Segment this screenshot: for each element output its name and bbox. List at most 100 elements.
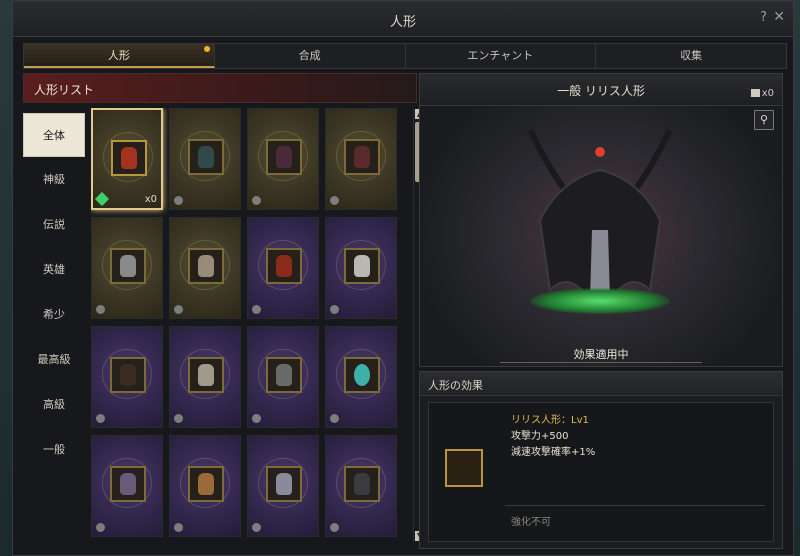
notification-dot-icon (203, 46, 210, 52)
locked-icon (174, 523, 183, 532)
doll-card[interactable] (91, 326, 163, 428)
portrait-figure (276, 364, 292, 386)
active-glow (530, 288, 670, 314)
doll-card[interactable] (91, 435, 163, 537)
horned-beast-doll-icon (266, 357, 302, 393)
doll-card[interactable] (325, 326, 397, 428)
lilith-doll-icon (111, 140, 147, 176)
tab-enchant[interactable]: エンチャント (406, 44, 597, 68)
portrait-figure (120, 255, 136, 277)
category-hero[interactable]: 英雄 (23, 248, 85, 292)
item-count-icon (751, 89, 760, 97)
doll-detail-panel: 一般 リリス人形 x0 ⚲ 効果適用中 (419, 73, 783, 367)
doll-window: 人形 ? ✕ 人形 合成 エンチャント 収集 人形リスト 全体 神級 伝説 英雄… (12, 0, 794, 556)
tab-label: 収集 (680, 49, 703, 62)
portrait-figure (120, 364, 136, 386)
elf-doll-icon (266, 466, 302, 502)
effects-box: リリス人形：Lv1 攻撃力+500 減速攻撃確率+1% 強化不可 (428, 402, 774, 542)
doll-card[interactable] (169, 108, 241, 210)
help-icon[interactable]: ? (760, 10, 767, 25)
doll-card-lilith[interactable]: x0 (91, 108, 163, 210)
effect-divider (505, 505, 765, 506)
bone-dragon-doll-icon (188, 248, 224, 284)
dark-horned-doll-icon (266, 139, 302, 175)
category-legend[interactable]: 伝説 (23, 203, 85, 247)
witch-doll-icon (110, 466, 146, 502)
detail-title: 一般 リリス人形 (557, 84, 645, 98)
portrait-figure (198, 473, 214, 495)
background-left (0, 0, 12, 556)
locked-icon (252, 196, 261, 205)
title-bar: 人形 ? ✕ (13, 1, 793, 37)
doll-card[interactable] (325, 435, 397, 537)
status-divider (500, 362, 702, 363)
locked-icon (252, 414, 261, 423)
red-mage-doll-icon (344, 139, 380, 175)
locked-icon (96, 523, 105, 532)
locked-icon (174, 196, 183, 205)
category-list: 全体 神級 伝説 英雄 希少 最高級 高級 一般 (23, 113, 85, 473)
portrait-figure (276, 146, 292, 168)
doll-card[interactable] (169, 217, 241, 319)
doll-card[interactable] (325, 217, 397, 319)
locked-icon (330, 305, 339, 314)
tab-label: エンチャント (467, 49, 534, 62)
enhance-note: 強化不可 (511, 517, 551, 528)
portrait-figure (198, 146, 214, 168)
locked-icon (330, 523, 339, 532)
effects-header: 人形の効果 (420, 372, 782, 396)
portrait-figure (120, 473, 136, 495)
portrait-figure (354, 364, 370, 386)
doll-grid: x0 (91, 108, 397, 548)
category-normal[interactable]: 一般 (23, 428, 85, 472)
portrait-figure (198, 364, 214, 386)
doll-card[interactable] (247, 435, 319, 537)
category-god[interactable]: 神級 (23, 158, 85, 202)
doll-list-header: 人形リスト (23, 73, 417, 103)
lilith-doll-icon (445, 449, 483, 487)
crystal-orb-doll-icon (344, 357, 380, 393)
tab-label: 人形 (107, 49, 130, 62)
doll-card[interactable] (247, 326, 319, 428)
locked-icon (174, 305, 183, 314)
locked-icon (96, 414, 105, 423)
doll-card[interactable] (247, 108, 319, 210)
doll-card[interactable] (325, 108, 397, 210)
warrior-doll-icon (188, 466, 224, 502)
tab-doll[interactable]: 人形 (24, 44, 215, 68)
owned-gem-icon (94, 191, 110, 207)
tab-collection[interactable]: 収集 (596, 44, 786, 68)
portrait-figure (198, 255, 214, 277)
category-high[interactable]: 高級 (23, 383, 85, 427)
category-supreme[interactable]: 最高級 (23, 338, 85, 382)
skull-doll-icon (188, 357, 224, 393)
window-title: 人形 (389, 15, 416, 30)
red-demon-doll-icon (266, 248, 302, 284)
portrait-figure (354, 255, 370, 277)
close-icon[interactable]: ✕ (773, 9, 785, 25)
locked-icon (174, 414, 183, 423)
doll-card[interactable] (169, 326, 241, 428)
magnifier-icon[interactable]: ⚲ (754, 110, 774, 130)
doll-card[interactable] (247, 217, 319, 319)
doll-list-title: 人形リスト (34, 83, 95, 97)
portrait-figure (121, 147, 137, 169)
doll-card[interactable] (169, 435, 241, 537)
tab-label: 合成 (298, 49, 321, 62)
effect-name: リリス人形：Lv1 (511, 415, 589, 426)
category-rare[interactable]: 希少 (23, 293, 85, 337)
doll-card[interactable] (91, 217, 163, 319)
locked-icon (96, 305, 105, 314)
category-all[interactable]: 全体 (23, 113, 85, 157)
effect-active-status: 効果適用中 (573, 348, 629, 361)
silver-hair-doll-icon (344, 248, 380, 284)
portrait-figure (354, 146, 370, 168)
dark-ogre-doll-icon (110, 357, 146, 393)
armored-knight-doll-icon (188, 139, 224, 175)
effects-title: 人形の効果 (428, 379, 483, 392)
tab-bar: 人形 合成 エンチャント 収集 (23, 43, 787, 69)
tab-synthesis[interactable]: 合成 (215, 44, 406, 68)
doll-effects-panel: 人形の効果 リリス人形：Lv1 攻撃力+500 減速攻撃確率+1% 強化不可 (419, 371, 783, 549)
golem-doll-icon (344, 466, 380, 502)
detail-count: x0 (761, 88, 774, 99)
